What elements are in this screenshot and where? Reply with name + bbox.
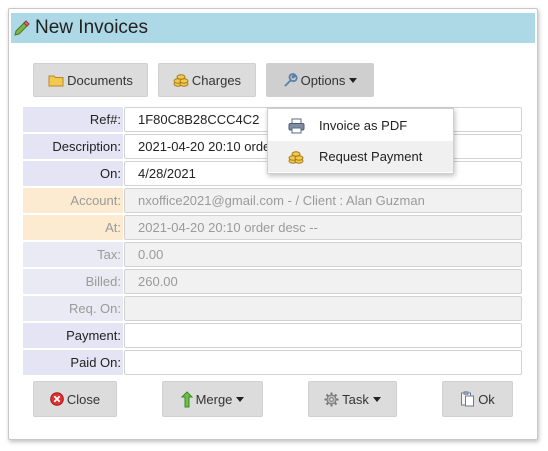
payment-row: Payment:	[23, 323, 523, 348]
wrench-icon	[283, 72, 298, 88]
close-button[interactable]: Close	[33, 381, 117, 417]
merge-button[interactable]: Merge	[162, 381, 263, 417]
account-field: nxoffice2021@gmail.com - / Client : Alan…	[124, 188, 522, 213]
new-invoices-dialog: New Invoices Documents Charges Options R…	[8, 8, 538, 440]
chevron-down-icon	[236, 396, 245, 402]
pencil-icon	[14, 20, 30, 36]
chevron-down-icon	[372, 396, 381, 402]
close-icon	[50, 392, 64, 406]
ref-label: Ref#:	[23, 107, 123, 132]
tax-row: Tax: 0.00	[23, 242, 523, 267]
at-row: At: 2021-04-20 20:10 order desc --	[23, 215, 523, 240]
merge-button-label: Merge	[195, 391, 233, 407]
billed-field: 260.00	[124, 269, 522, 294]
description-label: Description:	[23, 134, 123, 159]
gear-icon	[324, 392, 339, 407]
paid-on-label: Paid On:	[23, 350, 123, 375]
close-button-label: Close	[66, 391, 101, 407]
at-field: 2021-04-20 20:10 order desc --	[124, 215, 522, 240]
billed-label: Billed:	[23, 269, 123, 294]
menu-item-request-payment-label: Request Payment	[319, 149, 423, 164]
options-button-label: Options	[300, 72, 346, 88]
account-label: Account:	[23, 188, 123, 213]
tax-field: 0.00	[124, 242, 522, 267]
on-label: On:	[23, 161, 123, 186]
menu-item-request-payment[interactable]: Request Payment	[268, 141, 453, 172]
paid-on-row: Paid On:	[23, 350, 523, 375]
payment-field[interactable]	[124, 323, 522, 348]
tax-label: Tax:	[23, 242, 123, 267]
merge-arrow-icon	[180, 390, 193, 408]
coins-icon	[173, 72, 189, 88]
dialog-title: New Invoices	[35, 17, 148, 38]
documents-button-label: Documents	[67, 72, 133, 88]
charges-button-label: Charges	[191, 72, 242, 88]
charges-button[interactable]: Charges	[158, 63, 256, 97]
at-label: At:	[23, 215, 123, 240]
dialog-titlebar: New Invoices	[11, 13, 535, 43]
billed-row: Billed: 260.00	[23, 269, 523, 294]
coins-icon	[288, 149, 306, 165]
task-button[interactable]: Task	[308, 381, 397, 417]
account-row: Account: nxoffice2021@gmail.com - / Clie…	[23, 188, 523, 213]
paid-on-field[interactable]	[124, 350, 522, 375]
printer-icon	[288, 118, 306, 134]
task-button-label: Task	[342, 391, 369, 407]
payment-label: Payment:	[23, 323, 123, 348]
req-on-row: Req. On:	[23, 296, 523, 321]
options-dropdown-menu: Invoice as PDF Request Payment	[267, 108, 454, 174]
menu-item-invoice-as-pdf-label: Invoice as PDF	[319, 118, 408, 133]
ok-button[interactable]: Ok	[442, 381, 513, 417]
folder-icon	[48, 74, 64, 87]
chevron-down-icon	[349, 77, 358, 83]
clipboard-icon	[460, 391, 475, 407]
req-on-label: Req. On:	[23, 296, 123, 321]
menu-item-invoice-as-pdf[interactable]: Invoice as PDF	[268, 110, 453, 141]
ok-button-label: Ok	[478, 391, 495, 407]
options-button[interactable]: Options	[266, 63, 374, 97]
req-on-field	[124, 296, 522, 321]
documents-button[interactable]: Documents	[33, 63, 148, 97]
